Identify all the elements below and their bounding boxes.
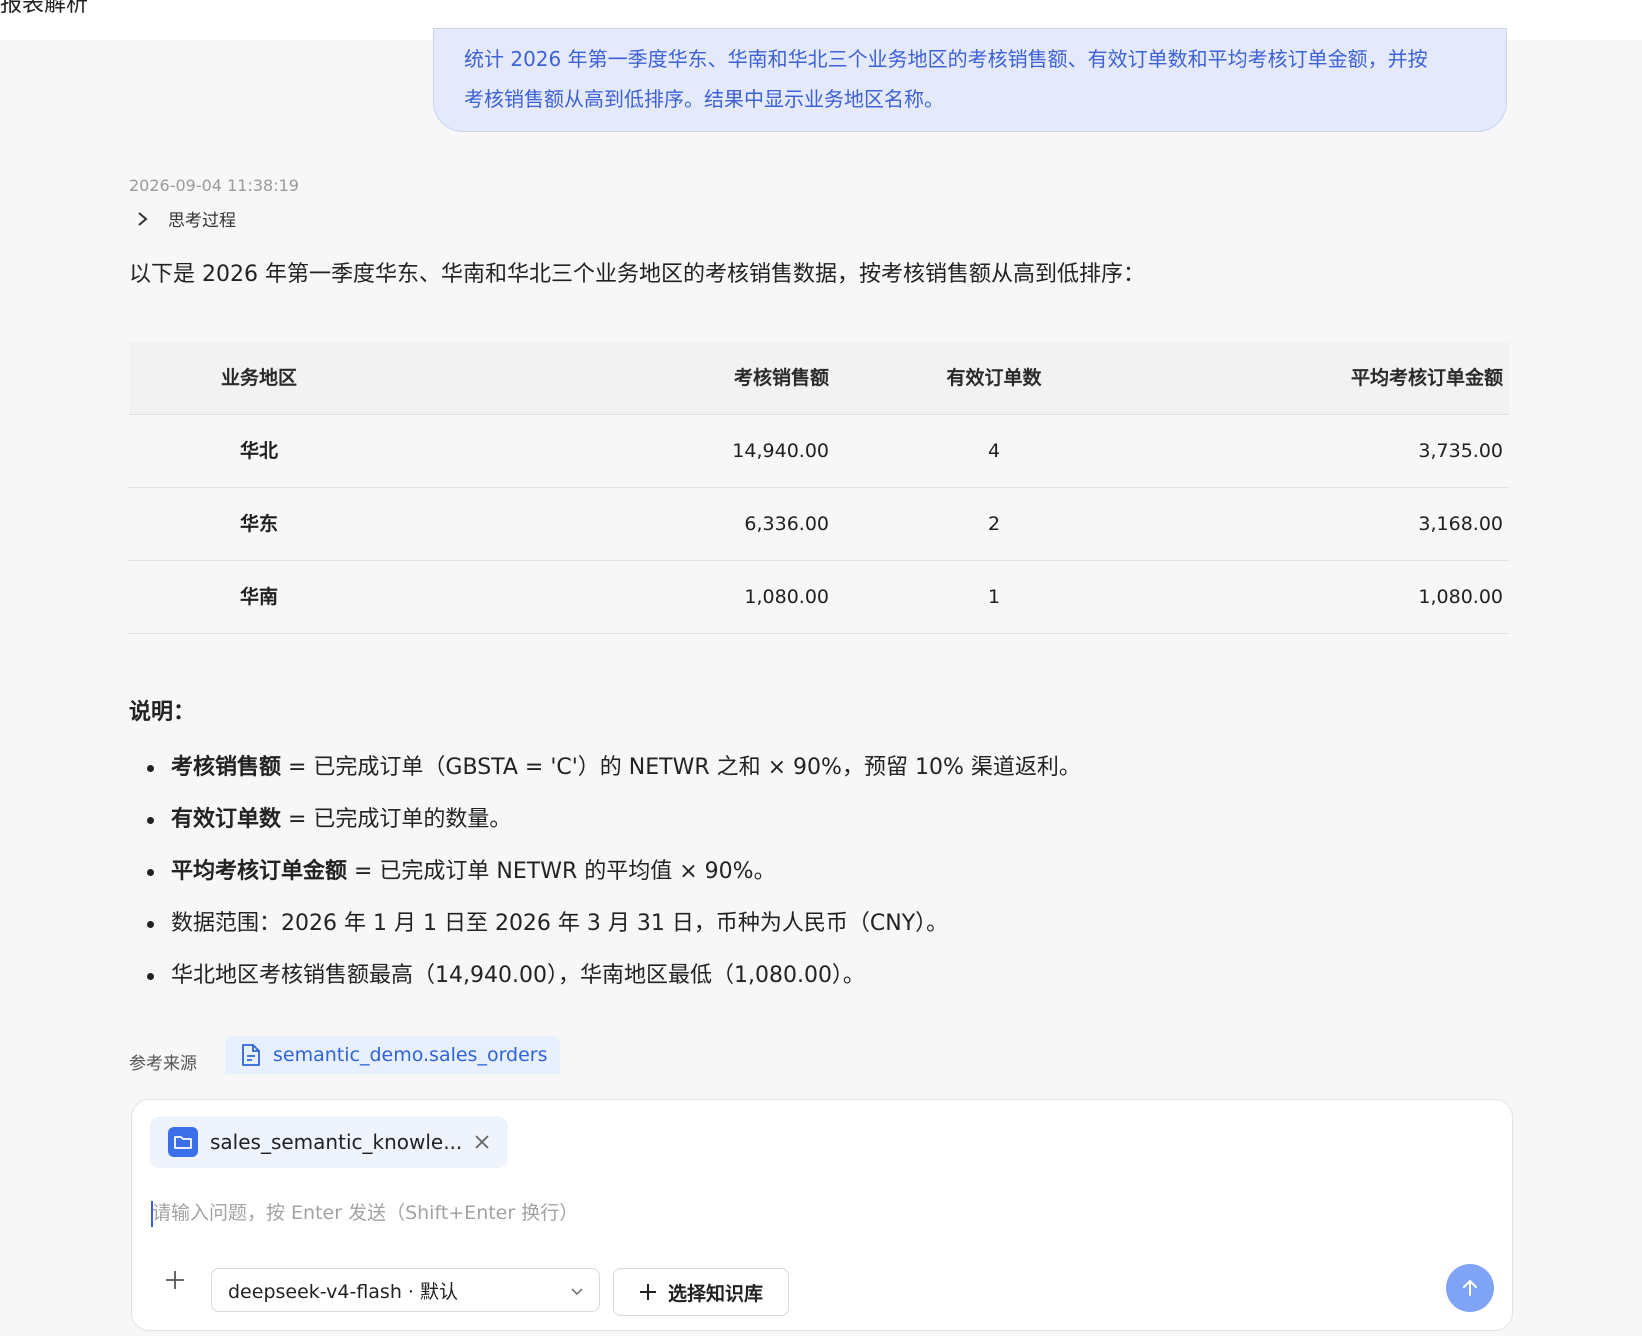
thinking-process-toggle[interactable]: 思考过程: [136, 206, 236, 231]
cell-sales: 6,336.00: [744, 513, 829, 535]
bullet: [147, 921, 154, 928]
arrow-up-icon: [1463, 1280, 1477, 1296]
message-timestamp: 2026-09-04 11:38:19: [129, 176, 299, 195]
note-term: 有效订单数: [171, 807, 282, 832]
note-text: = 已完成订单（GBSTA = 'C'）的 NETWR 之和 × 90%，预留 …: [281, 755, 1081, 780]
cell-orders: 2: [987, 513, 1001, 535]
header-region: 业务地区: [220, 367, 297, 389]
plus-icon[interactable]: [162, 1267, 188, 1293]
folder-icon: [168, 1127, 198, 1157]
cell-region: 华东: [239, 513, 278, 535]
cell-sales: 14,940.00: [732, 440, 829, 462]
table-row: 华南 1,080.00 1 1,080.00: [129, 561, 1509, 634]
knowledge-base-chip[interactable]: sales_semantic_knowle...: [150, 1116, 508, 1168]
table-header-row: 业务地区 考核销售额 有效订单数 平均考核订单金额: [129, 342, 1509, 415]
select-knowledge-base-button[interactable]: 选择知识库: [613, 1268, 789, 1316]
plus-icon: [640, 1284, 656, 1300]
thinking-process-label: 思考过程: [168, 211, 236, 231]
select-knowledge-base-label: 选择知识库: [668, 1282, 764, 1305]
question-input[interactable]: [150, 1180, 1490, 1246]
note-text: 华北地区考核销售额最高（14,940.00），华南地区最低（1,080.00）。: [171, 963, 865, 988]
note-term: 平均考核订单金额: [171, 859, 348, 884]
model-select[interactable]: deepseek-v4-flash · 默认: [211, 1268, 600, 1312]
knowledge-base-name: sales_semantic_knowle...: [210, 1130, 463, 1154]
reference-source-link[interactable]: semantic_demo.sales_orders: [225, 1036, 560, 1074]
cell-avg: 1,080.00: [1418, 586, 1503, 608]
bullet: [147, 765, 154, 772]
user-message-line-2: 考核销售额从高到低排序。结果中显示业务地区名称。: [464, 87, 944, 111]
reference-source-label: semantic_demo.sales_orders: [273, 1044, 548, 1066]
table-row: 华北 14,940.00 4 3,735.00: [129, 415, 1509, 488]
send-button[interactable]: [1446, 1264, 1494, 1312]
document-icon: [242, 1044, 260, 1066]
cell-avg: 3,735.00: [1418, 440, 1503, 462]
user-message-line-1: 统计 2026 年第一季度华东、华南和华北三个业务地区的考核销售额、有效订单数和…: [464, 47, 1428, 71]
answer-intro: 以下是 2026 年第一季度华东、华南和华北三个业务地区的考核销售数据，按考核销…: [129, 262, 1145, 287]
results-table: 业务地区 考核销售额 有效订单数 平均考核订单金额 华北 14,940.00 4…: [129, 342, 1509, 634]
reference-label: 参考来源: [129, 1054, 197, 1074]
bullet: [147, 973, 154, 980]
cell-region: 华北: [239, 440, 278, 462]
model-select-value: deepseek-v4-flash · 默认: [228, 1280, 458, 1303]
table-row: 华东 6,336.00 2 3,168.00: [129, 488, 1509, 561]
user-message-bubble: 统计 2026 年第一季度华东、华南和华北三个业务地区的考核销售额、有效订单数和…: [433, 28, 1507, 132]
chevron-down-icon: [571, 1288, 583, 1296]
cell-region: 华南: [239, 586, 278, 608]
bullet: [147, 869, 154, 876]
header-avg: 平均考核订单金额: [1350, 367, 1503, 389]
header-orders: 有效订单数: [946, 367, 1042, 389]
cell-orders: 4: [987, 440, 1001, 462]
header-sales: 考核销售额: [733, 367, 829, 389]
notes-title: 说明：: [129, 700, 196, 725]
note-text: 数据范围：2026 年 1 月 1 日至 2026 年 3 月 31 日，币种为…: [171, 911, 949, 936]
note-text: = 已完成订单的数量。: [281, 807, 512, 832]
chat-composer: sales_semantic_knowle... deepseek-v4-fla…: [131, 1099, 1513, 1331]
page-title: 报表解析: [0, 0, 89, 17]
text-caret: [151, 1201, 153, 1227]
chevron-right-icon: [138, 211, 148, 226]
note-text: = 已完成订单 NETWR 的平均值 × 90%。: [347, 859, 776, 884]
close-icon[interactable]: [472, 1132, 492, 1152]
cell-avg: 3,168.00: [1418, 513, 1503, 535]
cell-sales: 1,080.00: [744, 586, 829, 608]
note-term: 考核销售额: [171, 755, 282, 780]
bullet: [147, 817, 154, 824]
cell-orders: 1: [987, 586, 1001, 608]
